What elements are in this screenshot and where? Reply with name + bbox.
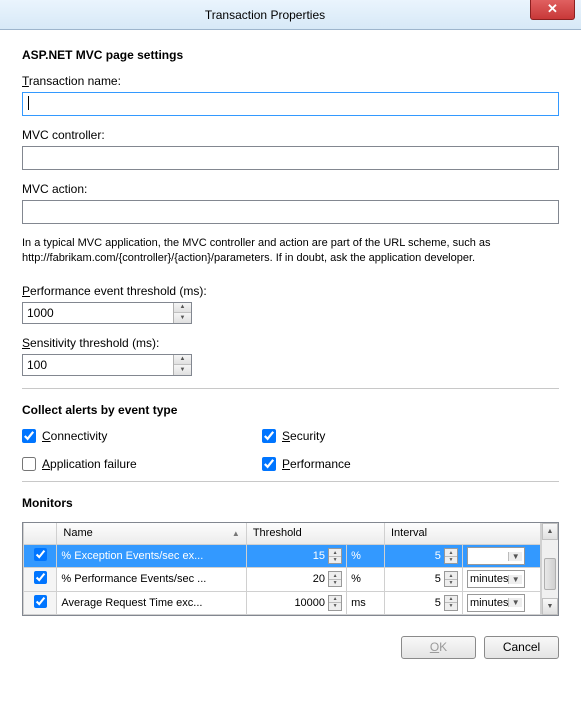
divider <box>22 481 559 482</box>
row-checkbox[interactable] <box>34 548 47 561</box>
col-threshold[interactable]: Threshold <box>246 523 384 545</box>
row-unit: % <box>347 568 385 591</box>
close-button[interactable]: ✕ <box>530 0 575 20</box>
col-check[interactable] <box>24 523 57 545</box>
row-checkbox[interactable] <box>34 595 47 608</box>
chevron-down-icon: ▼ <box>508 598 521 607</box>
app-failure-checkbox-item[interactable]: Application failure <box>22 457 262 471</box>
perf-threshold-spinner[interactable]: ▲ ▼ <box>22 302 192 324</box>
titlebar: Transaction Properties ✕ <box>0 0 581 30</box>
mvc-action-input[interactable] <box>22 200 559 224</box>
row-threshold[interactable]: 15 <box>313 550 325 562</box>
perf-threshold-input[interactable] <box>23 303 173 323</box>
interval-unit-select[interactable]: minutes▼ <box>467 547 525 565</box>
performance-checkbox-item[interactable]: Performance <box>262 457 559 471</box>
chevron-down-icon: ▼ <box>508 552 521 561</box>
scroll-down-button[interactable]: ▼ <box>542 598 558 615</box>
connectivity-label: Connectivity <box>42 429 107 443</box>
spinner-down-button[interactable]: ▼ <box>174 313 191 323</box>
security-checkbox[interactable] <box>262 429 276 443</box>
scroll-up-button[interactable]: ▲ <box>542 523 558 540</box>
threshold-spinner[interactable]: ▲▼ <box>328 548 342 564</box>
app-failure-checkbox[interactable] <box>22 457 36 471</box>
row-interval[interactable]: 5 <box>435 597 441 609</box>
interval-unit-select[interactable]: minutes▼ <box>467 570 525 588</box>
interval-unit-select[interactable]: minutes▼ <box>467 594 525 612</box>
cancel-button[interactable]: Cancel <box>484 636 559 659</box>
scroll-track[interactable] <box>542 540 558 598</box>
transaction-name-input[interactable] <box>22 92 559 116</box>
row-name: Average Request Time exc... <box>57 591 246 614</box>
monitors-table-container: Name▲ Threshold Interval % Exception Eve… <box>22 522 559 616</box>
row-name: % Exception Events/sec ex... <box>57 545 246 568</box>
row-threshold[interactable]: 20 <box>313 573 325 585</box>
divider <box>22 388 559 389</box>
row-interval[interactable]: 5 <box>435 550 441 562</box>
scrollbar[interactable]: ▲ ▼ <box>541 523 558 615</box>
performance-checkbox[interactable] <box>262 457 276 471</box>
close-icon: ✕ <box>547 1 558 17</box>
connectivity-checkbox[interactable] <box>22 429 36 443</box>
mvc-controller-label: MVC controller: <box>22 128 559 142</box>
threshold-spinner[interactable]: ▲▼ <box>328 571 342 587</box>
row-name: % Performance Events/sec ... <box>57 568 246 591</box>
spinner-up-button[interactable]: ▲ <box>174 355 191 366</box>
security-checkbox-item[interactable]: Security <box>262 429 559 443</box>
sort-asc-icon: ▲ <box>232 529 240 538</box>
table-row[interactable]: % Performance Events/sec ... 20 ▲▼ % 5 ▲… <box>24 568 541 591</box>
ok-button[interactable]: OK <box>401 636 476 659</box>
row-unit: ms <box>347 591 385 614</box>
transaction-name-label: Transaction name: <box>22 74 559 88</box>
row-checkbox[interactable] <box>34 571 47 584</box>
app-failure-label: Application failure <box>42 457 137 471</box>
interval-spinner[interactable]: ▲▼ <box>444 595 458 611</box>
table-row[interactable]: Average Request Time exc... 10000 ▲▼ ms … <box>24 591 541 614</box>
interval-spinner[interactable]: ▲▼ <box>444 548 458 564</box>
dialog-buttons: OK Cancel <box>0 636 581 659</box>
row-unit: % <box>347 545 385 568</box>
section-alerts-heading: Collect alerts by event type <box>22 403 559 417</box>
monitors-table: Name▲ Threshold Interval % Exception Eve… <box>23 523 541 615</box>
help-text: In a typical MVC application, the MVC co… <box>22 236 559 266</box>
performance-label: Performance <box>282 457 351 471</box>
col-name[interactable]: Name▲ <box>57 523 246 545</box>
mvc-controller-input[interactable] <box>22 146 559 170</box>
section-monitors-heading: Monitors <box>22 496 559 510</box>
section-aspnet-heading: ASP.NET MVC page settings <box>22 48 559 62</box>
window-title: Transaction Properties <box>0 8 530 22</box>
row-threshold[interactable]: 10000 <box>294 597 325 609</box>
spinner-down-button[interactable]: ▼ <box>174 365 191 375</box>
row-interval[interactable]: 5 <box>435 573 441 585</box>
chevron-down-icon: ▼ <box>508 575 521 584</box>
security-label: Security <box>282 429 325 443</box>
perf-threshold-label: Performance event threshold (ms): <box>22 284 559 298</box>
scroll-thumb[interactable] <box>544 558 556 590</box>
col-interval[interactable]: Interval <box>384 523 540 545</box>
sensitivity-spinner[interactable]: ▲ ▼ <box>22 354 192 376</box>
sensitivity-input[interactable] <box>23 355 173 375</box>
interval-spinner[interactable]: ▲▼ <box>444 571 458 587</box>
table-row[interactable]: % Exception Events/sec ex... 15 ▲▼ % 5 ▲… <box>24 545 541 568</box>
dialog-content: ASP.NET MVC page settings Transaction na… <box>0 30 581 636</box>
mvc-action-label: MVC action: <box>22 182 559 196</box>
connectivity-checkbox-item[interactable]: Connectivity <box>22 429 262 443</box>
sensitivity-label: Sensitivity threshold (ms): <box>22 336 559 350</box>
spinner-up-button[interactable]: ▲ <box>174 303 191 314</box>
threshold-spinner[interactable]: ▲▼ <box>328 595 342 611</box>
text-caret <box>28 96 29 110</box>
